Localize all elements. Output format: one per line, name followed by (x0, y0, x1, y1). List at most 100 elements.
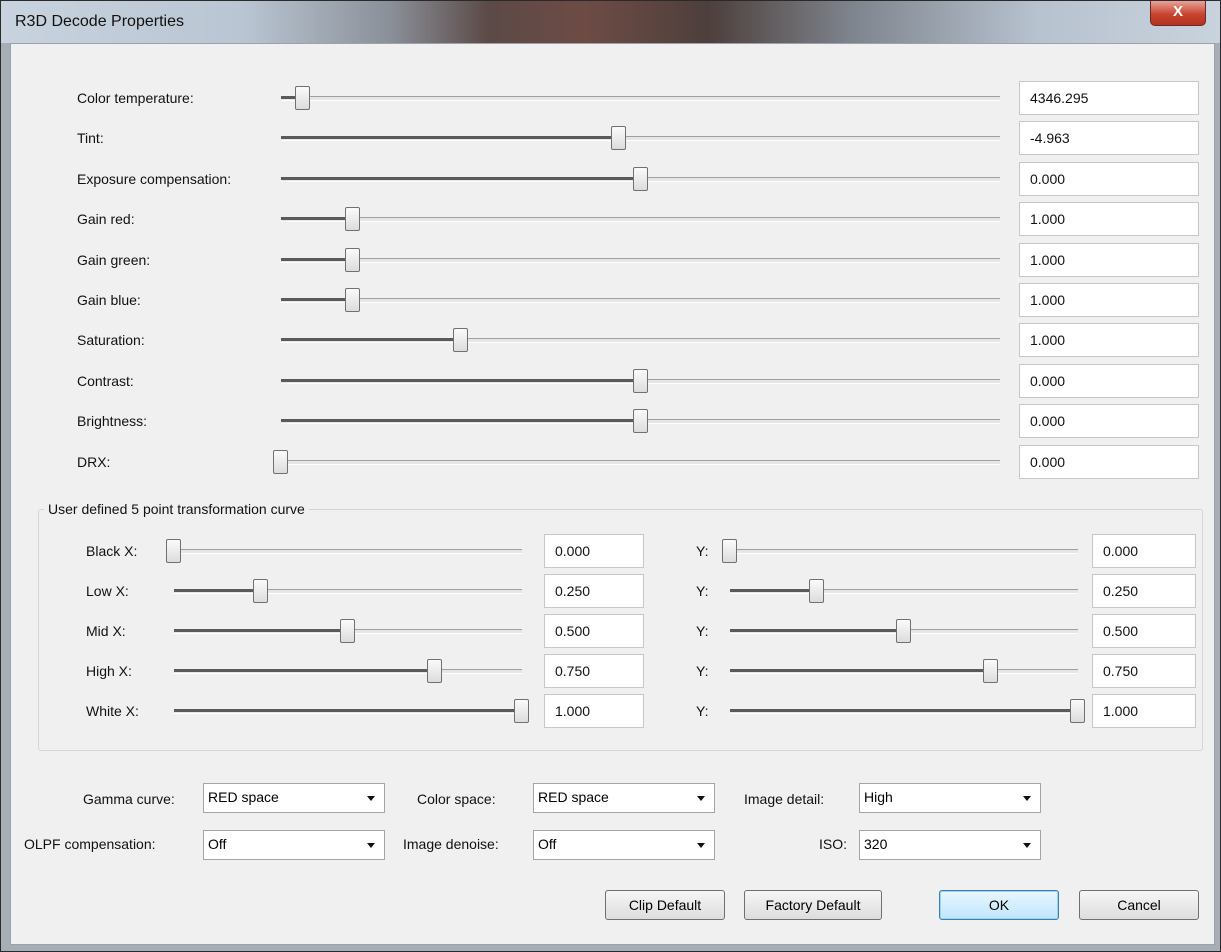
gamma-curve-select[interactable]: RED space (203, 783, 385, 813)
white-y-slider-thumb[interactable] (1070, 699, 1085, 723)
low-y-value-field[interactable]: 0.250 (1092, 574, 1196, 608)
white-x-slider-thumb[interactable] (514, 699, 529, 723)
exposure-compensation-slider-thumb[interactable] (632, 167, 648, 191)
saturation-label: Saturation: (77, 332, 145, 348)
clip-default-button[interactable]: Clip Default (605, 890, 725, 920)
drx-label: DRX: (77, 454, 111, 470)
image-detail-label: Image detail: (744, 791, 825, 807)
color-temperature-slider-thumb[interactable] (294, 86, 310, 110)
black-x-value-field[interactable]: 0.000 (544, 534, 644, 568)
brightness-slider[interactable] (281, 409, 1000, 433)
cancel-button[interactable]: Cancel (1079, 890, 1199, 920)
black-y-label: Y: (696, 543, 709, 559)
white-y-value-field[interactable]: 1.000 (1092, 694, 1196, 728)
saturation-slider-fill (281, 338, 461, 341)
mid-y-slider[interactable] (730, 619, 1078, 643)
color-temperature-value-field[interactable]: 4346.295 (1019, 81, 1199, 115)
mid-y-label: Y: (696, 623, 709, 639)
black-y-value-field[interactable]: 0.000 (1092, 534, 1196, 568)
saturation-slider[interactable] (281, 328, 1000, 352)
mid-x-label: Mid X: (86, 623, 126, 639)
exposure-compensation-value-field[interactable]: 0.000 (1019, 162, 1199, 196)
high-y-value-field[interactable]: 0.750 (1092, 654, 1196, 688)
high-x-slider-thumb[interactable] (427, 659, 442, 683)
olpf-compensation-select[interactable]: Off (203, 830, 385, 860)
low-x-slider[interactable] (174, 579, 522, 603)
factory-default-button[interactable]: Factory Default (744, 890, 882, 920)
black-y-slider[interactable] (722, 539, 1078, 563)
window-title: R3D Decode Properties (15, 13, 184, 30)
drx-value-field[interactable]: 0.000 (1019, 445, 1199, 479)
contrast-slider-thumb[interactable] (632, 369, 648, 393)
color-space-select[interactable]: RED space (533, 783, 715, 813)
mid-x-slider-thumb[interactable] (340, 619, 355, 643)
curve-group-title: User defined 5 point transformation curv… (44, 501, 309, 517)
contrast-value-field[interactable]: 0.000 (1019, 364, 1199, 398)
low-y-slider-thumb[interactable] (809, 579, 824, 603)
high-y-slider[interactable] (730, 659, 1078, 683)
low-x-label: Low X: (86, 583, 129, 599)
color-temperature-slider[interactable] (281, 86, 1000, 110)
gain-green-slider-thumb[interactable] (344, 248, 360, 272)
gain-blue-slider-fill (281, 298, 353, 301)
exposure-compensation-slider-fill (281, 177, 641, 180)
gain-red-slider-thumb[interactable] (344, 207, 360, 231)
high-x-value-field[interactable]: 0.750 (544, 654, 644, 688)
low-x-value-field[interactable]: 0.250 (544, 574, 644, 608)
high-y-label: Y: (696, 663, 709, 679)
mid-y-value-field[interactable]: 0.500 (1092, 614, 1196, 648)
mid-x-slider[interactable] (174, 619, 522, 643)
image-detail-select[interactable]: High (859, 783, 1041, 813)
image-denoise-select[interactable]: Off (533, 830, 715, 860)
white-x-slider[interactable] (174, 699, 529, 723)
high-x-slider[interactable] (174, 659, 522, 683)
gain-blue-value-field[interactable]: 1.000 (1019, 283, 1199, 317)
contrast-label: Contrast: (77, 373, 134, 389)
gain-blue-slider[interactable] (281, 288, 1000, 312)
color-space-label: Color space: (417, 791, 496, 807)
gain-green-slider[interactable] (281, 248, 1000, 272)
high-x-label: High X: (86, 663, 132, 679)
white-y-slider[interactable] (730, 699, 1085, 723)
iso-value: 320 (864, 836, 888, 852)
white-x-value-field[interactable]: 1.000 (544, 694, 644, 728)
high-y-slider-fill (730, 669, 991, 672)
brightness-slider-fill (281, 419, 641, 422)
tint-slider[interactable] (281, 126, 1000, 150)
saturation-slider-thumb[interactable] (452, 328, 468, 352)
low-y-slider[interactable] (730, 579, 1078, 603)
mid-x-value-field[interactable]: 0.500 (544, 614, 644, 648)
drx-slider[interactable] (273, 450, 1000, 474)
mid-y-slider-thumb[interactable] (896, 619, 911, 643)
iso-select[interactable]: 320 (859, 830, 1041, 860)
low-x-slider-thumb[interactable] (253, 579, 268, 603)
black-x-slider[interactable] (166, 539, 522, 563)
black-y-slider-thumb[interactable] (722, 539, 737, 563)
black-x-slider-thumb[interactable] (166, 539, 181, 563)
olpf-compensation-label: OLPF compensation: (24, 836, 156, 852)
drx-slider-thumb[interactable] (273, 450, 288, 474)
gain-red-slider[interactable] (281, 207, 1000, 231)
tint-slider-thumb[interactable] (610, 126, 626, 150)
brightness-slider-thumb[interactable] (632, 409, 648, 433)
gain-green-value-field[interactable]: 1.000 (1019, 243, 1199, 277)
chevron-down-icon (367, 796, 375, 801)
exposure-compensation-slider[interactable] (281, 167, 1000, 191)
title-bar[interactable]: R3D Decode Properties X (1, 1, 1220, 43)
iso-label: ISO: (819, 836, 848, 852)
brightness-value-field[interactable]: 0.000 (1019, 404, 1199, 438)
close-button[interactable]: X (1150, 1, 1206, 26)
contrast-slider[interactable] (281, 369, 1000, 393)
dialog-content: Color temperature: 4346.295 Tint: -4.963 Exp… (10, 43, 1215, 945)
ok-button[interactable]: OK (939, 890, 1059, 920)
image-denoise-label: Image denoise: (403, 836, 499, 852)
image-denoise-value: Off (538, 836, 557, 852)
saturation-value-field[interactable]: 1.000 (1019, 323, 1199, 357)
gain-red-value-field[interactable]: 1.000 (1019, 202, 1199, 236)
low-y-slider-fill (730, 589, 817, 592)
chevron-down-icon (1023, 843, 1031, 848)
high-y-slider-thumb[interactable] (983, 659, 998, 683)
gain-blue-slider-thumb[interactable] (344, 288, 360, 312)
white-x-label: White X: (86, 703, 139, 719)
tint-value-field[interactable]: -4.963 (1019, 121, 1199, 155)
